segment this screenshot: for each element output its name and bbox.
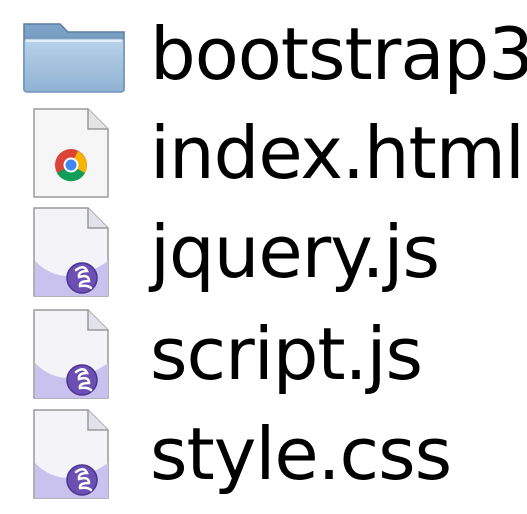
file-name: style.css bbox=[150, 412, 452, 496]
folder-icon bbox=[18, 8, 130, 100]
file-name: jquery.js bbox=[150, 210, 440, 294]
file-item-jquery-js[interactable]: jquery.js bbox=[0, 202, 527, 302]
emacs-document-icon bbox=[18, 408, 130, 500]
file-name: index.html bbox=[150, 111, 525, 195]
emacs-document-icon bbox=[18, 308, 130, 400]
file-name: bootstrap3 bbox=[150, 12, 527, 96]
file-name: script.js bbox=[150, 312, 423, 396]
file-item-script-js[interactable]: script.js bbox=[0, 304, 527, 404]
emacs-document-icon bbox=[18, 206, 130, 298]
file-item-bootstrap3[interactable]: bootstrap3 bbox=[0, 4, 527, 104]
file-item-index-html[interactable]: index.html bbox=[0, 103, 527, 203]
file-list: bootstrap3 index.html jquery.js script.j… bbox=[0, 0, 527, 514]
file-item-style-css[interactable]: style.css bbox=[0, 404, 527, 504]
chrome-html-document-icon bbox=[18, 107, 130, 199]
